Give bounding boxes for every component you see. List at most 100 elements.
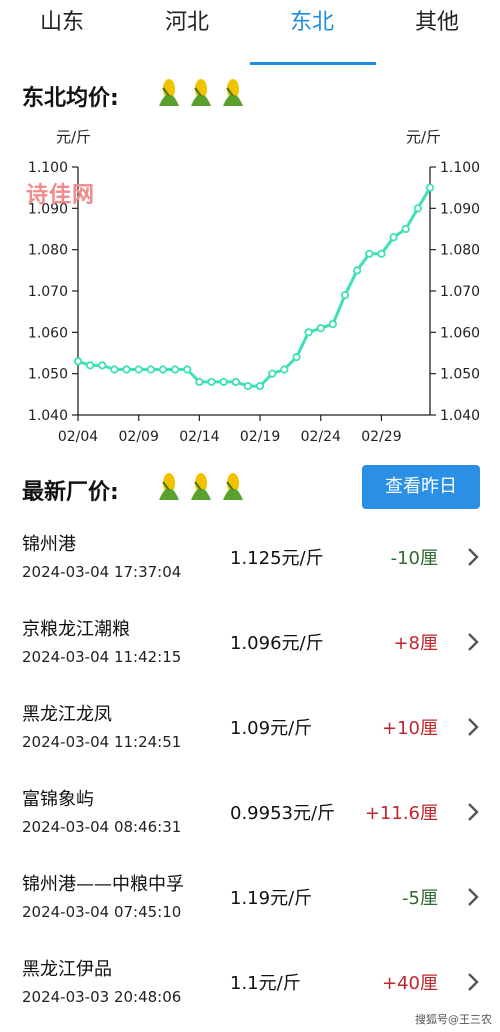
data-point [231, 377, 240, 387]
x-tick-label: 02/09 [119, 429, 159, 445]
avg-price-chart: 元/斤 元/斤1.100 1.1001.090 1.0901.080 1.0801.07… [28, 128, 480, 445]
y-tick-label-left: 1.040 [28, 408, 68, 424]
list-item[interactable]: 富锦象屿 2024-03-04 08:46:31 0.9953元/斤 +11.6… [0, 777, 500, 862]
region-tabs: 山东 河北 东北 其他 [0, 0, 500, 66]
data-point [110, 365, 119, 374]
price-change: -5厘 [402, 888, 438, 909]
data-point [146, 365, 155, 374]
corn-icon [223, 79, 243, 106]
view-yesterday-button[interactable]: 查看昨日 [362, 465, 480, 509]
corn-icons-avg [155, 78, 247, 108]
data-point [255, 381, 265, 391]
x-tick-label: 02/29 [361, 429, 401, 445]
x-tick-label: 02/14 [179, 429, 219, 445]
corn-icon [159, 473, 179, 500]
data-point [171, 365, 180, 374]
avg-price-title: 东北均价: [22, 86, 119, 111]
y-tick-label-right: 1.040 [440, 408, 480, 424]
tab-other[interactable]: 其他 [395, 6, 479, 40]
data-point [280, 365, 289, 374]
corn-icons-latest [155, 472, 247, 502]
active-tab-indicator [250, 62, 376, 65]
factory-name: 黑龙江伊品 [22, 959, 112, 980]
data-point [365, 249, 374, 258]
y-tick-label-left: 1.070 [28, 284, 68, 300]
chevron-right-icon[interactable] [464, 971, 482, 993]
tab-dongbei[interactable]: 东北 [270, 6, 354, 40]
data-point [183, 365, 192, 374]
x-tick-label: 02/24 [301, 429, 341, 445]
data-point [73, 357, 83, 366]
y-tick-label-right: 1.100 [440, 160, 480, 176]
data-point [158, 365, 168, 374]
y-tick-label-left: 1.050 [28, 367, 68, 383]
y-tick-label-left: 1.100 [28, 160, 68, 176]
data-point [425, 183, 435, 192]
y-tick-label-right: 1.080 [440, 243, 480, 259]
price: 1.096元/斤 [230, 633, 324, 654]
chevron-right-icon[interactable] [464, 631, 482, 653]
factory-name: 京粮龙江潮粮 [22, 619, 130, 640]
price: 1.09元/斤 [230, 718, 313, 739]
list-item[interactable]: 京粮龙江潮粮 2024-03-04 11:42:15 1.096元/斤 +8厘 [0, 607, 500, 692]
tab-hebei[interactable]: 河北 [145, 6, 229, 40]
factory-name: 锦州港 [22, 534, 76, 555]
data-point [401, 224, 410, 234]
data-point [98, 361, 107, 370]
data-point [219, 377, 228, 387]
chevron-right-icon[interactable] [464, 886, 482, 908]
data-point [353, 266, 362, 275]
y-tick-label-right: 1.060 [440, 325, 480, 341]
x-tick-label: 02/04 [58, 429, 98, 445]
y-tick-label-right: 1.090 [440, 201, 480, 217]
y-tick-label-left: 1.060 [28, 325, 68, 341]
data-point [389, 233, 398, 242]
data-point [195, 377, 204, 387]
tab-shandong[interactable]: 山东 [20, 6, 104, 40]
list-item[interactable]: 黑龙江龙凤 2024-03-04 11:24:51 1.09元/斤 +10厘 [0, 692, 500, 777]
data-point [316, 324, 325, 333]
price: 1.19元/斤 [230, 888, 313, 909]
data-point [340, 291, 350, 300]
price: 1.1元/斤 [230, 973, 301, 994]
data-point [413, 204, 422, 213]
y-tick-label-left: 1.080 [28, 243, 68, 259]
y-tick-label-right: 1.050 [440, 367, 480, 383]
list-item[interactable]: 锦州港 2024-03-04 17:37:04 1.125元/斤 -10厘 [0, 522, 500, 607]
factory-name: 黑龙江龙凤 [22, 704, 112, 725]
data-point [328, 319, 337, 329]
watermark-text: 诗佳网 [26, 183, 96, 208]
price-change: +40厘 [382, 973, 438, 994]
chevron-right-icon[interactable] [464, 716, 482, 738]
price: 0.9953元/斤 [230, 803, 336, 824]
corn-icon [159, 79, 179, 106]
price-change: -10厘 [390, 548, 438, 569]
corn-icon [191, 79, 211, 106]
chevron-right-icon[interactable] [464, 801, 482, 823]
price: 1.125元/斤 [230, 548, 324, 569]
factory-name: 锦州港——中粮中孚 [22, 874, 184, 895]
y-tick-label-right: 1.070 [440, 284, 480, 300]
list-item[interactable]: 锦州港——中粮中孚 2024-03-04 07:45:10 1.19元/斤 -5… [0, 862, 500, 947]
corn-icon [191, 473, 211, 500]
data-point [304, 328, 313, 337]
x-tick-label: 02/19 [240, 429, 280, 445]
data-point [122, 365, 131, 374]
series-line [77, 186, 432, 388]
data-point [292, 353, 301, 362]
footer-watermark: 搜狐号@王三农 [415, 1013, 492, 1026]
update-time: 2024-03-04 11:24:51 [22, 733, 182, 751]
data-point [243, 381, 253, 391]
price-change: +8厘 [393, 633, 438, 654]
corn-icon [223, 473, 243, 500]
factory-name: 富锦象屿 [22, 789, 94, 810]
data-point [268, 369, 277, 378]
update-time: 2024-03-04 07:45:10 [22, 903, 182, 921]
data-point [134, 365, 143, 374]
y-unit-right: 元/斤 [406, 128, 441, 146]
price-change: +11.6厘 [364, 803, 438, 824]
update-time: 2024-03-04 11:42:15 [22, 648, 182, 666]
update-time: 2024-03-03 20:48:06 [22, 988, 182, 1006]
chevron-right-icon[interactable] [464, 546, 482, 568]
data-point [86, 361, 95, 370]
